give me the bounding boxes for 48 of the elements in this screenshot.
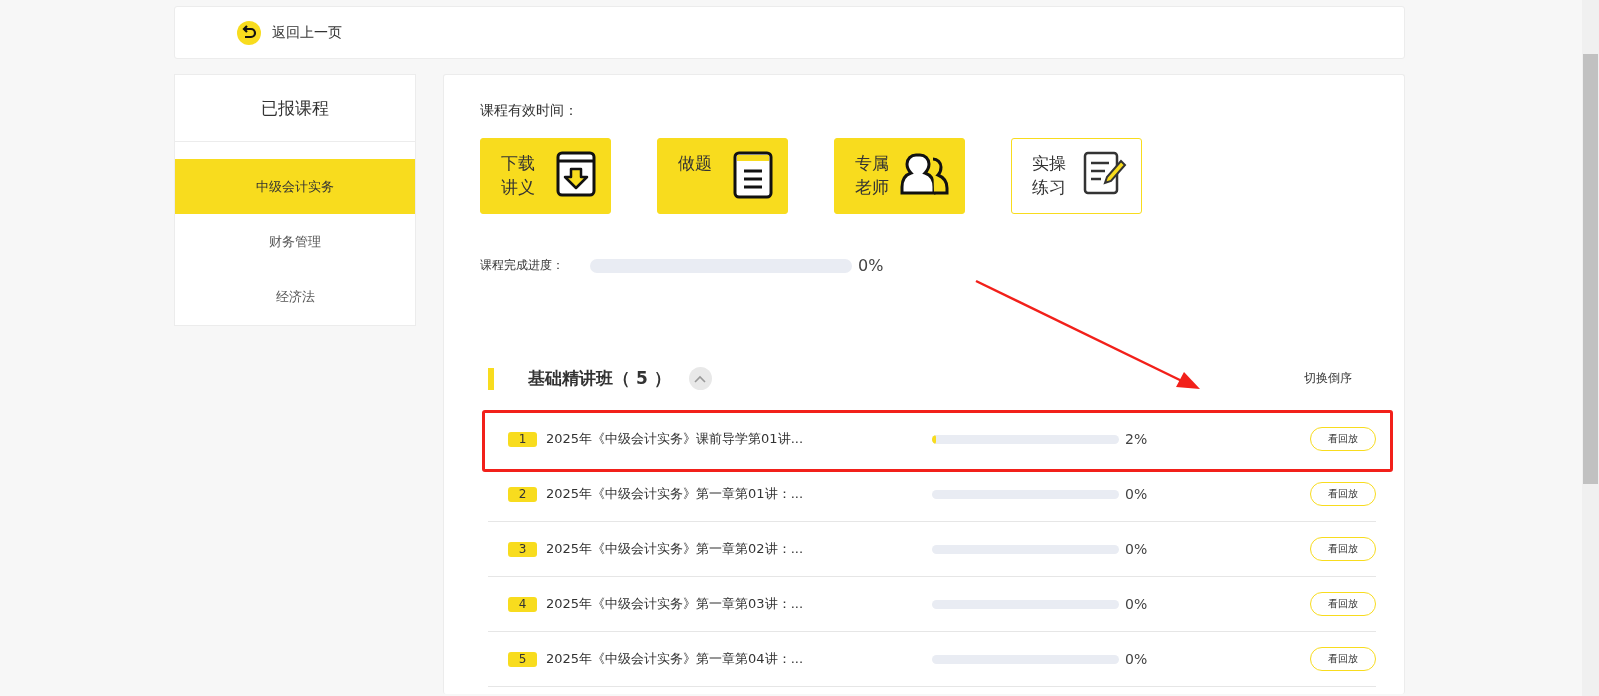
collapse-button[interactable] — [688, 367, 712, 390]
tool-label: 专属老师 — [855, 152, 890, 199]
section-title: 基础精讲班（ 5 ） — [528, 367, 671, 390]
clipboard-icon — [733, 151, 773, 199]
replay-button[interactable]: 看回放 — [1310, 537, 1376, 561]
scrollbar[interactable] — [1582, 0, 1599, 696]
back-link[interactable]: 返回上一页 — [237, 20, 342, 45]
tool-tile[interactable]: 专属老师 — [834, 138, 965, 214]
lesson-progress-reading: 0% — [1125, 486, 1148, 502]
lesson-number: 4 — [508, 596, 537, 612]
section-marker — [488, 367, 494, 390]
lesson-title: 2025年《中级会计实务》课前导学第01讲... — [546, 430, 805, 448]
tool-tile[interactable]: 实操练习 — [1011, 138, 1142, 214]
tool-tile[interactable]: 做题 — [657, 138, 788, 214]
lesson-title: 2025年《中级会计实务》第一章第03讲：... — [546, 595, 805, 613]
lesson-progress-reading: 0% — [1125, 541, 1148, 557]
lesson-title: 2025年《中级会计实务》第一章第02讲：... — [546, 540, 805, 558]
sidebar-item[interactable]: 财务管理 — [175, 214, 415, 269]
lesson-number: 5 — [508, 651, 537, 667]
notepad-pencil-icon — [1083, 151, 1127, 195]
lesson-number: 3 — [508, 541, 537, 557]
lesson-progress-reading: 2% — [1125, 431, 1148, 447]
download-document-icon — [556, 151, 596, 197]
sidebar-title: 已报课程 — [175, 75, 415, 142]
replay-button[interactable]: 看回放 — [1310, 592, 1376, 616]
replay-button[interactable]: 看回放 — [1310, 427, 1376, 451]
lesson-number: 2 — [508, 486, 537, 502]
back-icon — [237, 20, 261, 45]
replay-button[interactable]: 看回放 — [1310, 647, 1376, 671]
lesson-title: 2025年《中级会计实务》第一章第01讲：... — [546, 485, 805, 503]
sort-toggle[interactable]: 切换倒序 — [1304, 370, 1352, 387]
progress-label: 课程完成进度： — [480, 257, 565, 274]
tool-label: 下载讲义 — [501, 152, 536, 199]
tool-label: 做题 — [678, 152, 713, 175]
lesson-number: 1 — [508, 431, 537, 447]
tool-tile[interactable]: 下载讲义 — [480, 138, 611, 214]
sidebar-item[interactable]: 经济法 — [175, 269, 415, 324]
people-icon — [900, 151, 950, 195]
progress-reading: 0% — [858, 256, 884, 275]
lesson-progress-reading: 0% — [1125, 651, 1148, 667]
validity-label: 课程有效时间： — [480, 102, 579, 120]
sidebar-item[interactable]: 中级会计实务 — [175, 159, 415, 214]
lesson-progress-reading: 0% — [1125, 596, 1148, 612]
lesson-title: 2025年《中级会计实务》第一章第04讲：... — [546, 650, 805, 668]
arrow-icon — [974, 279, 1202, 391]
replay-button[interactable]: 看回放 — [1310, 482, 1376, 506]
chevron-icon — [694, 374, 707, 383]
tool-label: 实操练习 — [1032, 152, 1067, 199]
